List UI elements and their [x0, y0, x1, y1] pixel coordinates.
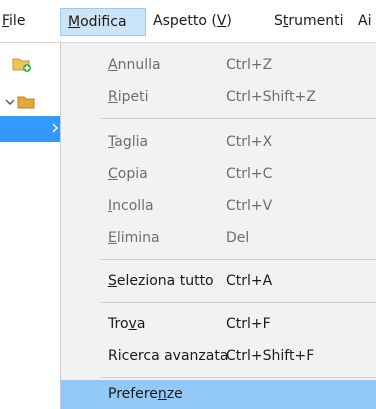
menu-item-label: Seleziona tutto — [108, 273, 214, 289]
menu-item-label: Ricerca avanzata — [108, 348, 229, 364]
menu-strumenti-suffix: rumenti — [288, 13, 344, 29]
menu-item-preferenze[interactable]: Preferenze — [61, 380, 376, 409]
menu-item-shortcut: Ctrl+Shift+F — [226, 348, 315, 364]
menu-separator — [101, 377, 376, 378]
menu-file[interactable]: File — [2, 9, 25, 33]
folder-icon — [17, 94, 35, 114]
menu-item-label: Ripeti — [108, 89, 149, 105]
menu-item-shortcut: Ctrl+Shift+Z — [226, 89, 316, 105]
menu-separator — [101, 302, 376, 303]
menu-truncated[interactable]: Ai — [358, 9, 376, 33]
menu-file-mnemonic: F — [2, 13, 10, 29]
menu-item-annulla[interactable]: Annulla Ctrl+Z — [61, 49, 376, 81]
menu-item-shortcut: Del — [226, 230, 250, 246]
menu-modifica[interactable]: Modifica — [60, 8, 146, 36]
edit-dropdown-menu: Annulla Ctrl+Z Ripeti Ctrl+Shift+Z Tagli… — [60, 43, 376, 409]
menu-item-label: Incolla — [108, 198, 154, 214]
tree-item-root[interactable] — [0, 90, 60, 116]
menu-item-copia[interactable]: Copia Ctrl+C — [61, 158, 376, 190]
menu-item-label: Trova — [108, 316, 146, 332]
menu-item-shortcut: Ctrl+A — [226, 273, 273, 289]
tree-panel — [0, 43, 61, 409]
menu-aspetto-mnemonic: V — [216, 13, 227, 29]
menu-item-trova[interactable]: Trova Ctrl+F — [61, 308, 376, 340]
menu-bar: File Modifica Aspetto (V) Strumenti Ai — [0, 0, 376, 43]
menu-strumenti[interactable]: Strumenti — [274, 9, 344, 33]
menu-aspetto-suffix: ) — [226, 13, 232, 29]
menu-item-incolla[interactable]: Incolla Ctrl+V — [61, 190, 376, 222]
menu-item-shortcut: Ctrl+C — [226, 166, 273, 182]
menu-item-taglia[interactable]: Taglia Ctrl+X — [61, 126, 376, 158]
menu-modifica-label: odifica — [80, 14, 127, 30]
menu-item-shortcut: Ctrl+F — [226, 316, 271, 332]
menu-item-label: Preferenze — [108, 386, 183, 402]
menu-item-shortcut: Ctrl+X — [226, 134, 273, 150]
tree-item-selected[interactable] — [0, 116, 60, 142]
menu-item-shortcut: Ctrl+Z — [226, 57, 273, 73]
menu-item-ricerca-avanzata[interactable]: Ricerca avanzata Ctrl+Shift+F — [61, 340, 376, 372]
menu-item-label: Annulla — [108, 57, 161, 73]
menu-separator — [101, 259, 376, 260]
menu-item-shortcut: Ctrl+V — [226, 198, 273, 214]
menu-modifica-mnemonic: M — [68, 14, 81, 30]
chevron-down-icon[interactable] — [4, 96, 16, 112]
menu-item-seleziona-tutto[interactable]: Seleziona tutto Ctrl+A — [61, 265, 376, 297]
new-folder-icon[interactable] — [12, 55, 32, 77]
menu-aspetto-label: Aspetto ( — [153, 13, 217, 29]
menu-separator — [101, 118, 376, 119]
menu-item-label: Copia — [108, 166, 148, 182]
menu-truncated-label: Ai — [358, 13, 372, 29]
menu-item-label: Elimina — [108, 230, 160, 246]
menu-item-label: Taglia — [108, 134, 149, 150]
menu-file-label: ile — [9, 13, 26, 29]
toolbar-row — [0, 52, 60, 78]
menu-item-elimina[interactable]: Elimina Del — [61, 222, 376, 254]
menu-strumenti-label: S — [274, 13, 283, 29]
menu-aspetto[interactable]: Aspetto (V) — [153, 9, 232, 33]
chevron-right-icon[interactable] — [50, 122, 60, 138]
menu-item-ripeti[interactable]: Ripeti Ctrl+Shift+Z — [61, 81, 376, 113]
